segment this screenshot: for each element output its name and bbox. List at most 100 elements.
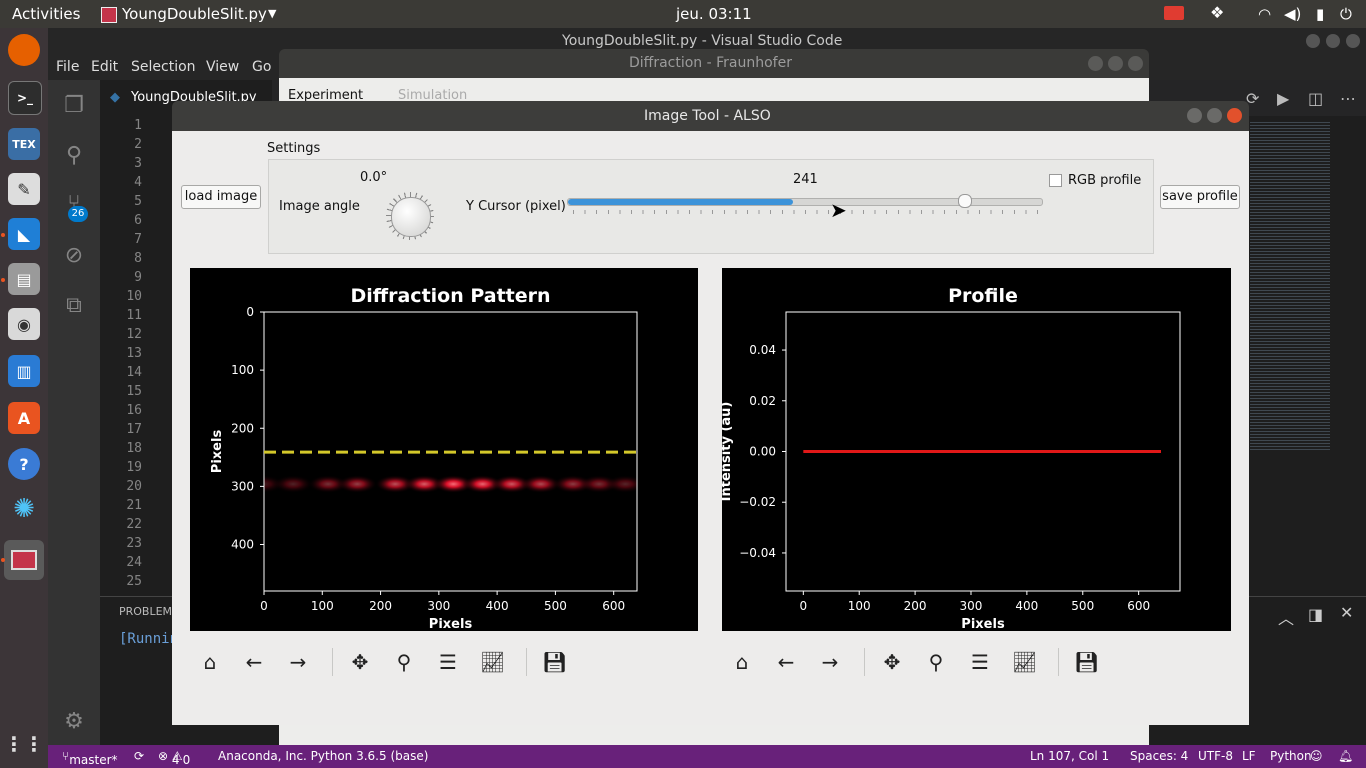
interpreter-selector[interactable]: Anaconda, Inc. Python 3.6.5 (base) [218, 749, 428, 763]
explorer-icon[interactable]: ❐ [60, 92, 88, 120]
files-icon[interactable]: ▤ [8, 263, 40, 295]
bell-icon[interactable]: 🔔︎ [1338, 749, 1353, 763]
settings-label: Settings [267, 141, 321, 156]
minimap[interactable] [1245, 116, 1366, 596]
wifi-icon[interactable]: ◠ [1258, 5, 1271, 23]
terminal-icon[interactable]: >_ [8, 81, 42, 115]
sync-icon[interactable]: ⟳ [134, 749, 144, 763]
line-number: 23 [126, 536, 142, 551]
line-ending[interactable]: LF [1242, 749, 1256, 763]
split-editor-icon[interactable]: ◫ [1308, 89, 1323, 108]
vscode-icon[interactable]: ◣ [8, 218, 40, 250]
rhythmbox-icon[interactable]: ◉ [8, 308, 40, 340]
pan-icon[interactable]: ✥ [348, 650, 372, 674]
branch-indicator[interactable]: ⑂ master* [62, 749, 118, 767]
app-menu[interactable]: YoungDoubleSlit.py [122, 5, 267, 23]
search-icon[interactable]: ⚲ [60, 142, 88, 170]
save-icon[interactable]: 💾︎ [542, 650, 567, 674]
axes-icon[interactable]: 📈︎ [480, 650, 505, 674]
menu-view[interactable]: View [206, 59, 239, 75]
running-indicator [1, 233, 5, 237]
close-panel-icon[interactable]: ✕ [1340, 603, 1353, 622]
minimize-icon[interactable] [1187, 108, 1202, 123]
line-number: 22 [126, 517, 142, 532]
diffraction-plot-canvas[interactable]: 0 100 200 300 400 500 600 0 100 200 300 400 Diffract… [190, 268, 698, 632]
save-icon[interactable]: 💾︎ [1074, 650, 1099, 674]
back-icon[interactable]: ← [774, 650, 798, 674]
maximize-icon[interactable] [1326, 34, 1340, 48]
firefox-icon[interactable] [8, 34, 40, 66]
maximize-panel-icon[interactable]: ◨ [1308, 605, 1323, 624]
record-icon[interactable] [1164, 6, 1184, 20]
maximize-icon[interactable] [1108, 56, 1123, 71]
settings-app-icon[interactable]: ✺ [8, 493, 40, 525]
show-apps-icon[interactable]: ⋮⋮ [4, 728, 44, 760]
writer-icon[interactable]: ▥ [8, 355, 40, 387]
text-editor-icon[interactable]: ✎ [8, 173, 40, 205]
line-number: 13 [126, 346, 142, 361]
x-tick-label: 300 [960, 599, 983, 613]
menu-file[interactable]: File [56, 59, 79, 75]
language-mode[interactable]: Python [1270, 749, 1312, 763]
forward-icon[interactable]: → [286, 650, 310, 674]
problems-indicator[interactable]: ⊗ 4 ⚠ 0 [158, 749, 190, 767]
line-number: 20 [126, 479, 142, 494]
menu-go[interactable]: Go [252, 59, 271, 75]
profile-plot-canvas[interactable]: 0 100 200 300 400 500 600 0.04 0.02 0.00 −0.02 −0.0… [719, 268, 1231, 632]
vscode-title: YoungDoubleSlit.py - Visual Studio Code [562, 33, 843, 49]
axes-icon[interactable]: 📈︎ [1012, 650, 1037, 674]
activities-button[interactable]: Activities [12, 5, 80, 23]
line-number: 21 [126, 498, 142, 513]
chevron-down-icon[interactable]: ▼ [268, 7, 276, 20]
line-number: 15 [126, 384, 142, 399]
indentation[interactable]: Spaces: 4 [1130, 749, 1188, 763]
minimize-icon[interactable] [1088, 56, 1103, 71]
dropbox-icon[interactable]: ❖ [1210, 3, 1224, 22]
forward-icon[interactable]: → [818, 650, 842, 674]
rgb-profile-checkbox[interactable] [1049, 174, 1062, 187]
texmaker-icon[interactable]: TEX [8, 128, 40, 160]
x-axis-label: Pixels [429, 617, 473, 631]
rgb-profile-label: RGB profile [1068, 173, 1142, 188]
extensions-icon[interactable]: ⧉ [60, 292, 88, 320]
cursor-position[interactable]: Ln 107, Col 1 [1030, 749, 1109, 763]
load-image-button[interactable]: load image [181, 185, 261, 209]
image-tool-app-icon[interactable] [4, 540, 44, 580]
angle-dial[interactable] [391, 197, 431, 237]
minimize-icon[interactable] [1306, 34, 1320, 48]
menu-selection[interactable]: Selection [131, 59, 196, 75]
software-icon[interactable]: A [8, 402, 40, 434]
cursor-slider-handle[interactable] [957, 194, 972, 208]
close-icon[interactable] [1346, 34, 1360, 48]
cursor-value: 241 [793, 172, 818, 187]
back-icon[interactable]: ← [242, 650, 266, 674]
terminal-output: [Runnin [119, 631, 179, 647]
gear-icon[interactable]: ⚙ [60, 708, 88, 736]
menu-edit[interactable]: Edit [91, 59, 118, 75]
clock[interactable]: jeu. 03:11 [676, 5, 752, 23]
help-icon[interactable]: ? [8, 448, 40, 480]
close-icon[interactable] [1128, 56, 1143, 71]
close-icon[interactable] [1227, 108, 1242, 123]
power-icon[interactable]: ⏻ [1340, 5, 1352, 23]
home-icon[interactable]: ⌂ [730, 650, 754, 674]
volume-icon[interactable]: ◀) [1284, 5, 1301, 23]
subplots-icon[interactable]: ☰ [436, 650, 460, 674]
more-icon[interactable]: ⋯ [1340, 89, 1356, 108]
home-icon[interactable]: ⌂ [198, 650, 222, 674]
encoding[interactable]: UTF-8 [1198, 749, 1233, 763]
pan-icon[interactable]: ✥ [880, 650, 904, 674]
subplots-icon[interactable]: ☰ [968, 650, 992, 674]
x-tick-label: 600 [1127, 599, 1150, 613]
debug-icon[interactable]: ⊘ [60, 242, 88, 270]
tab-problems[interactable]: PROBLEMS [119, 605, 179, 618]
zoom-icon[interactable]: ⚲ [924, 650, 948, 674]
save-profile-button[interactable]: save profile [1160, 185, 1240, 209]
maximize-icon[interactable] [1207, 108, 1222, 123]
battery-icon[interactable]: ▮ [1316, 5, 1324, 23]
run-icon[interactable]: ▶ [1277, 89, 1289, 108]
zoom-icon[interactable]: ⚲ [392, 650, 416, 674]
cursor-slider-ticks [573, 210, 1038, 214]
feedback-icon[interactable]: ☺ [1310, 749, 1323, 763]
chevron-up-icon[interactable]: ︿ [1278, 605, 1294, 629]
